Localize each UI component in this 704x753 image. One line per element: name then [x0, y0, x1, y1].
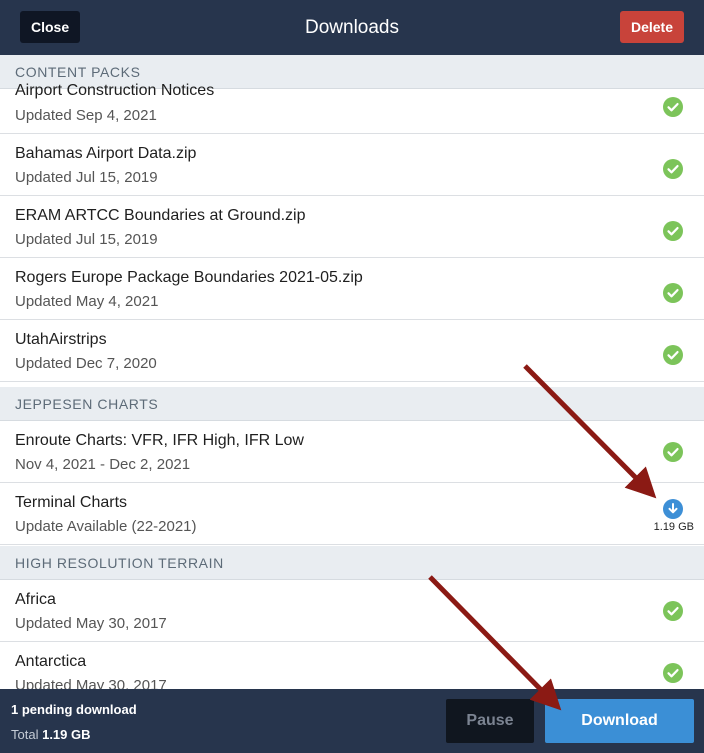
total-value: 1.19 GB: [42, 727, 91, 742]
list-item-terminal-charts[interactable]: Terminal Charts Update Available (22-202…: [0, 483, 704, 545]
check-icon: [663, 601, 683, 621]
list-item[interactable]: Antarctica Updated May 30, 2017: [0, 642, 704, 689]
list-item[interactable]: ERAM ARTCC Boundaries at Ground.zip Upda…: [0, 196, 704, 258]
list-item[interactable]: Bahamas Airport Data.zip Updated Jul 15,…: [0, 134, 704, 196]
item-subtitle: Updated Jul 15, 2019: [15, 169, 158, 186]
item-subtitle: Nov 4, 2021 - Dec 2, 2021: [15, 456, 191, 473]
list-item[interactable]: UtahAirstrips Updated Dec 7, 2020: [0, 320, 704, 382]
close-button[interactable]: Close: [20, 11, 81, 43]
item-subtitle: Updated May 4, 2021: [15, 293, 159, 310]
item-name: UtahAirstrips: [15, 331, 107, 348]
check-icon: [663, 159, 683, 179]
list-item[interactable]: Enroute Charts: VFR, IFR High, IFR Low N…: [0, 421, 704, 483]
download-size: 1.19 GB: [653, 521, 694, 533]
item-name: Rogers Europe Package Boundaries 2021-05…: [15, 269, 363, 286]
list-item[interactable]: Rogers Europe Package Boundaries 2021-05…: [0, 258, 704, 320]
section-header-jeppesen-charts: JEPPESEN CHARTS: [0, 387, 704, 421]
item-subtitle: Updated Jul 15, 2019: [15, 231, 158, 248]
item-subtitle: Updated Sep 4, 2021: [15, 107, 157, 124]
list-item[interactable]: Africa Updated May 30, 2017: [0, 580, 704, 642]
item-subtitle: Update Available (22-2021): [15, 518, 197, 535]
total-size: Total 1.19 GB: [11, 727, 91, 742]
check-icon: [663, 283, 683, 303]
check-icon: [663, 663, 683, 683]
download-button[interactable]: Download: [545, 699, 694, 743]
check-icon: [663, 442, 683, 462]
item-subtitle: Updated May 30, 2017: [15, 615, 167, 632]
check-icon: [663, 97, 683, 117]
item-name: ERAM ARTCC Boundaries at Ground.zip: [15, 207, 306, 224]
item-subtitle: Updated Dec 7, 2020: [15, 355, 157, 372]
item-subtitle: Updated May 30, 2017: [15, 677, 167, 689]
item-name: Enroute Charts: VFR, IFR High, IFR Low: [15, 432, 304, 449]
check-icon: [663, 345, 683, 365]
page-title: Downloads: [305, 16, 399, 38]
item-name: Antarctica: [15, 653, 87, 670]
item-name: Airport Construction Notices: [15, 82, 215, 99]
item-name: Terminal Charts: [15, 494, 128, 511]
list-item[interactable]: Airport Construction Notices Updated Sep…: [0, 82, 704, 134]
check-icon: [663, 221, 683, 241]
downloads-list[interactable]: CONTENT PACKS Airport Construction Notic…: [0, 55, 704, 689]
pending-count: 1 pending download: [11, 702, 137, 717]
pause-button[interactable]: Pause: [446, 699, 534, 743]
footer-bar: 1 pending download Total 1.19 GB Pause D…: [0, 689, 704, 753]
item-name: Africa: [15, 591, 56, 608]
download-icon[interactable]: [663, 499, 683, 519]
item-name: Bahamas Airport Data.zip: [15, 145, 197, 162]
section-header-high-resolution-terrain: HIGH RESOLUTION TERRAIN: [0, 546, 704, 580]
delete-button[interactable]: Delete: [619, 11, 684, 43]
total-label: Total: [11, 727, 39, 742]
header-bar: Close Downloads Delete: [0, 0, 704, 55]
